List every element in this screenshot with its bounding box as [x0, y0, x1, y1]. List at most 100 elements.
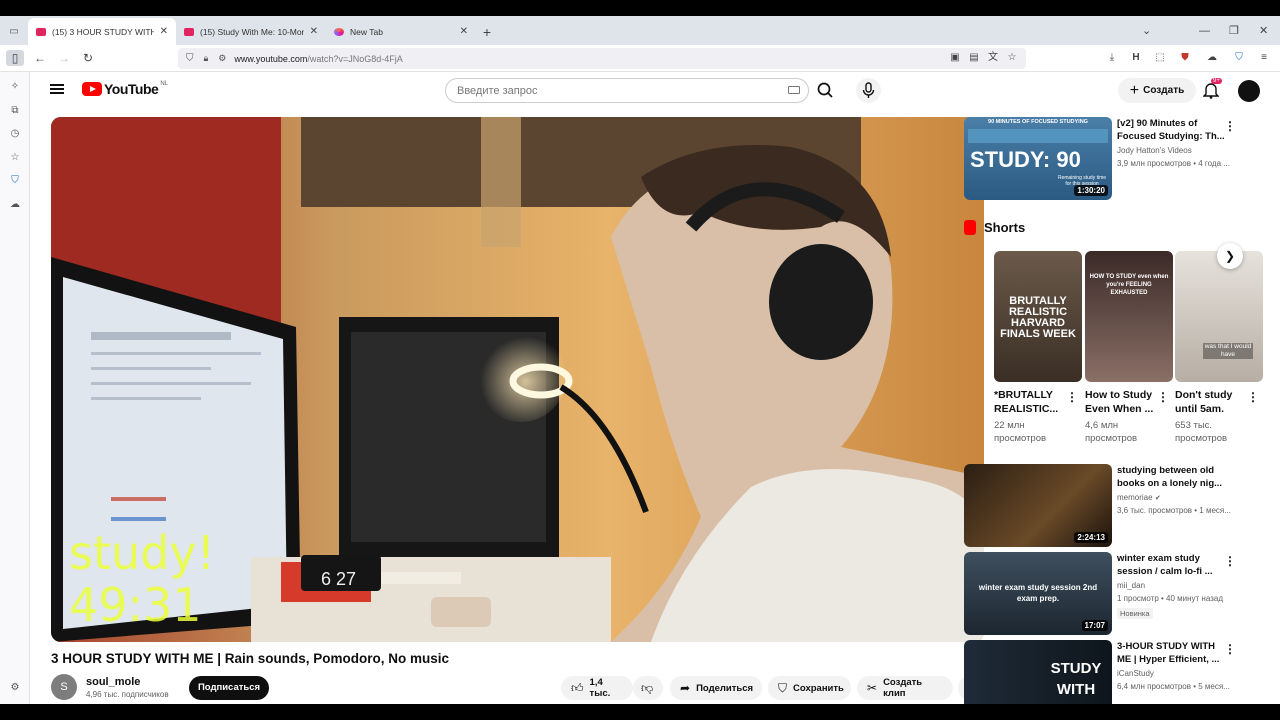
scissors-icon: ✂ — [867, 681, 878, 695]
tab-study-3hour[interactable]: (15) 3 HOUR STUDY WITH ME | Rain sounds … — [28, 18, 176, 45]
more-options-icon[interactable]: ⋮ — [1066, 390, 1078, 404]
translate-icon[interactable]: 文 — [985, 50, 1001, 66]
permissions-icon[interactable]: ⚙ — [218, 53, 226, 64]
youtube-favicon-icon — [184, 27, 194, 36]
cloud-icon[interactable]: ☁ — [1204, 50, 1220, 66]
video-channel[interactable]: memoriae ✔ — [1117, 493, 1161, 502]
address-bar[interactable]: ⛉ 🔒︎ ⚙ www.youtube.com/watch?v=JNoG8d-4F… — [178, 48, 1026, 69]
account-h-icon[interactable]: H — [1128, 50, 1144, 66]
create-button[interactable]: + Создать — [1118, 78, 1196, 103]
reload-icon[interactable]: ↻ — [79, 50, 97, 66]
os-bottom-strip — [0, 704, 1280, 720]
browser-sidebar: ✧ ⧉ ◷ ☆ ⛉ ☁ ⚙ — [0, 72, 30, 704]
video-channel[interactable]: mii_dan — [1117, 581, 1145, 590]
dislike-button[interactable]: 👎︎ — [633, 676, 663, 700]
bitwarden-sidebar-icon[interactable]: ⛉ — [8, 174, 22, 188]
search-input[interactable]: Введите запрос — [445, 78, 809, 103]
recommended-video[interactable]: STUDY WITH ME 3-HOUR STUDY WITH ME | Hyp… — [964, 640, 1236, 704]
short-thumbnail[interactable]: BRUTALLY REALISTIC HARVARD FINALS WEEK — [994, 251, 1082, 382]
notifications-bell-icon[interactable]: 9+ — [1202, 78, 1222, 99]
search-button[interactable] — [809, 78, 845, 103]
video-thumbnail[interactable]: 2:24:13 — [964, 464, 1112, 547]
tracking-shield-icon[interactable]: ⛉ — [186, 53, 194, 64]
minimize-icon[interactable]: — — [1199, 16, 1210, 45]
voice-search-button[interactable] — [856, 78, 881, 103]
tab-new-tab[interactable]: New Tab ✕ — [326, 18, 476, 45]
video-channel[interactable]: Jody Hatton's Videos — [1117, 146, 1192, 155]
short-title[interactable]: How to Study Even When ... — [1085, 388, 1155, 416]
channel-name[interactable]: soul_mole — [86, 676, 140, 688]
overlay-timer: 49:31 — [69, 578, 202, 632]
tab-overflow-chevron-icon[interactable]: ⌄ — [1142, 16, 1151, 45]
ai-chat-icon[interactable]: ✧ — [8, 80, 22, 94]
video-meta: 3,6 тыс. просмотров • 1 меся... — [1117, 506, 1231, 515]
video-channel[interactable]: iCanStudy — [1117, 669, 1154, 678]
cloud-sidebar-icon[interactable]: ☁ — [8, 198, 22, 212]
more-options-icon[interactable]: ⋮ — [1224, 554, 1236, 568]
video-title[interactable]: [v2] 90 Minutes of Focused Studying: Th.… — [1117, 117, 1225, 143]
video-thumbnail[interactable]: winter exam study session 2nd exam prep.… — [964, 552, 1112, 635]
recommended-video[interactable]: winter exam study session 2nd exam prep.… — [964, 552, 1236, 635]
video-duration: 17:07 — [1081, 620, 1108, 631]
short-card[interactable]: BRUTALLY REALISTIC HARVARD FINALS WEEK *… — [994, 251, 1082, 444]
video-title[interactable]: 3-HOUR STUDY WITH ME | Hyper Efficient, … — [1117, 640, 1225, 666]
short-views: 653 тыс. просмотров — [1175, 420, 1228, 444]
picture-in-picture-icon[interactable]: ▣ — [947, 50, 963, 66]
short-thumbnail-text: BRUTALLY REALISTIC HARVARD FINALS WEEK — [1000, 295, 1076, 340]
like-button[interactable]: 👍︎ 1,4 тыс. — [561, 676, 633, 700]
create-clip-button[interactable]: ✂ Создать клип — [857, 676, 953, 700]
more-options-icon[interactable]: ⋮ — [1247, 390, 1259, 404]
ublock-icon[interactable]: ⛊ — [1177, 50, 1193, 66]
more-options-icon[interactable]: ⋮ — [1224, 119, 1236, 133]
extensions-icon[interactable]: ⬚ — [1152, 50, 1168, 66]
recommended-video[interactable]: 2:24:13 studying between old books on a … — [964, 464, 1234, 547]
restore-icon[interactable]: ❐ — [1229, 16, 1239, 45]
reader-view-icon[interactable]: ▤ — [966, 50, 982, 66]
video-title[interactable]: studying between old books on a lonely n… — [1117, 464, 1225, 490]
shorts-next-chevron-icon[interactable]: ❯ — [1217, 243, 1243, 269]
recommended-video-top[interactable]: 90 MINUTES OF FOCUSED STUDYING STUDY: 90… — [964, 117, 1236, 200]
sidebar-settings-gear-icon[interactable]: ⚙ — [8, 681, 22, 695]
keyboard-icon[interactable] — [788, 86, 800, 94]
youtube-logo[interactable]: YouTube NL — [82, 81, 168, 97]
short-card[interactable]: was that I would have Don't study until … — [1175, 251, 1263, 444]
short-title[interactable]: Don't study until 5am. — [1175, 388, 1245, 416]
bookmark-star-icon[interactable]: ☆ — [1004, 50, 1020, 66]
bookmarks-icon[interactable]: ☆ — [8, 151, 22, 165]
more-options-icon[interactable]: ⋮ — [1224, 642, 1236, 656]
short-thumbnail[interactable]: was that I would have — [1175, 251, 1263, 382]
close-tab-icon[interactable]: ✕ — [460, 26, 468, 37]
synced-tabs-icon[interactable]: ⧉ — [8, 104, 22, 118]
short-title[interactable]: *BRUTALLY REALISTIC... — [994, 388, 1064, 416]
short-card[interactable]: HOW TO STUDY even when you're FEELING EX… — [1085, 251, 1173, 444]
short-thumbnail[interactable]: HOW TO STUDY even when you're FEELING EX… — [1085, 251, 1173, 382]
app-menu-icon[interactable]: ≡ — [1256, 50, 1272, 66]
lock-icon[interactable]: 🔒︎ — [204, 53, 209, 64]
navigation-toolbar: ▯ ← → ↻ ⛉ 🔒︎ ⚙ www.youtube.com/watch?v=J… — [0, 45, 1280, 72]
video-thumbnail[interactable]: STUDY WITH ME — [964, 640, 1112, 704]
firefox-favicon-icon — [334, 27, 344, 36]
tab-study-10month[interactable]: (15) Study With Me: 10-Month ✕ — [176, 18, 326, 45]
account-avatar[interactable] — [1238, 80, 1260, 102]
close-window-icon[interactable]: ✕ — [1259, 16, 1268, 45]
video-thumbnail[interactable]: 90 MINUTES OF FOCUSED STUDYING STUDY: 90… — [964, 117, 1112, 200]
history-icon[interactable]: ◷ — [8, 127, 22, 141]
save-button[interactable]: ⛉ Сохранить — [768, 676, 851, 700]
video-title[interactable]: winter exam study session / calm lo-fi .… — [1117, 552, 1225, 578]
hamburger-menu-icon[interactable] — [50, 82, 64, 96]
forward-icon[interactable]: → — [55, 50, 73, 66]
share-button[interactable]: ➦ Поделиться — [670, 676, 762, 700]
back-icon[interactable]: ← — [31, 50, 49, 66]
more-options-icon[interactable]: ⋮ — [1157, 390, 1169, 404]
close-tab-icon[interactable]: ✕ — [310, 26, 318, 37]
video-player[interactable]: 6 27 study! 49:31 — [51, 117, 984, 642]
downloads-icon[interactable]: ⤓ — [1104, 50, 1120, 66]
channel-avatar[interactable]: S — [51, 674, 77, 700]
subscribe-button[interactable]: Подписаться — [189, 676, 269, 700]
bitwarden-icon[interactable]: ⛉ — [1231, 50, 1247, 66]
sidebar-toggle-icon[interactable]: ▯ — [6, 50, 24, 66]
tab-list-icon[interactable]: ▭ — [0, 18, 28, 45]
new-tab-plus-icon[interactable]: + — [476, 24, 498, 40]
shorts-logo-icon — [964, 220, 976, 235]
close-tab-icon[interactable]: ✕ — [160, 26, 168, 37]
